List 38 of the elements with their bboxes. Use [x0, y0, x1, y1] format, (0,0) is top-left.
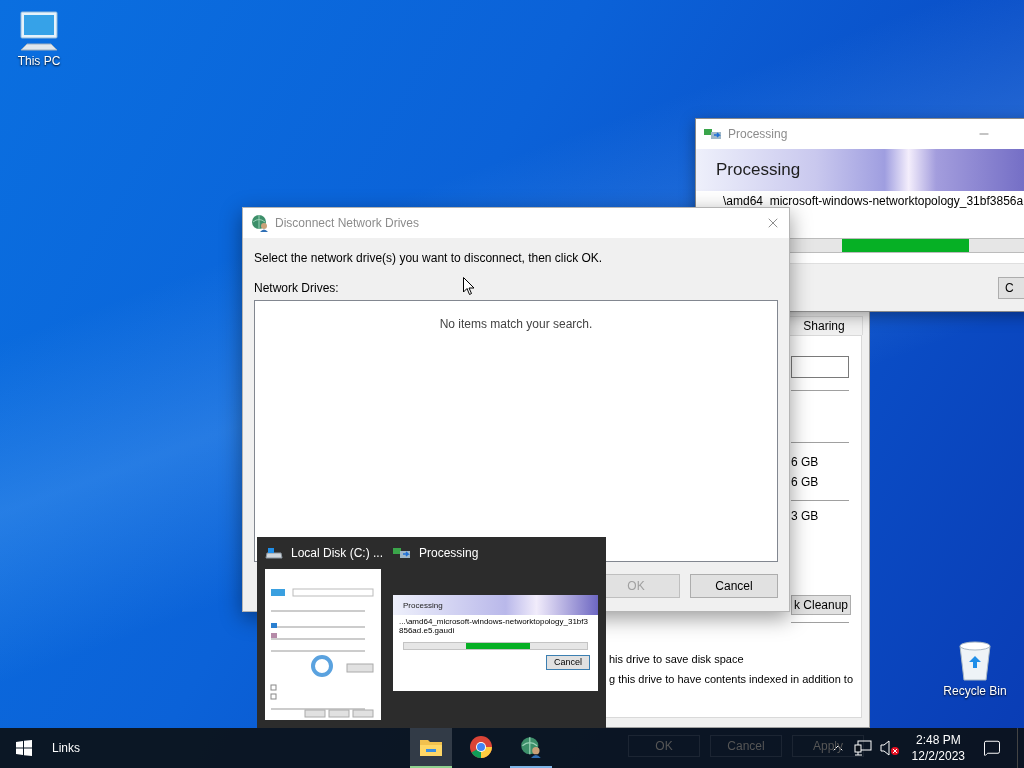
- instruction-text: Select the network drive(s) you want to disconnect, then click OK.: [254, 251, 604, 265]
- file-path: ...\amd64_microsoft-windows-networktopology_31bf3856ad.e5.gaudi: [398, 618, 589, 636]
- size-text: 6 GB: [791, 455, 820, 469]
- mouse-cursor-icon: [463, 277, 475, 296]
- drive-icon: [265, 546, 283, 560]
- cancel-button: Cancel: [546, 654, 590, 670]
- desktop-icon-label[interactable]: This PC: [17, 54, 61, 68]
- name-field[interactable]: [791, 356, 849, 378]
- option-label: his drive to save disk space: [609, 653, 745, 665]
- taskbar-app-button[interactable]: [410, 728, 452, 768]
- copy-icon: [393, 547, 411, 559]
- network-drive-icon: [520, 736, 542, 758]
- desktop-icon-label[interactable]: Recycle Bin: [943, 684, 1007, 698]
- toolbar-label[interactable]: Links: [52, 741, 80, 755]
- thumbnail-title[interactable]: Processing: [419, 546, 479, 560]
- empty-message: No items match your search.: [439, 317, 593, 331]
- window-title: Disconnect Network Drives: [275, 216, 420, 230]
- windows-logo-icon: [16, 740, 32, 756]
- browser-icon: [469, 735, 493, 759]
- size-text: 3 GB: [791, 509, 820, 523]
- cancel-button[interactable]: Cancel: [690, 574, 778, 598]
- clock[interactable]: 2:48 PM 12/2/2023: [903, 728, 973, 768]
- clock-date: 12/2/2023: [911, 749, 965, 763]
- window-preview[interactable]: Processing ...\amd64_microsoft-windows-networktopology_31bf3856ad.e5.gaudi Cancel: [393, 595, 598, 691]
- folder-icon: [419, 737, 443, 757]
- disk-cleanup-button[interactable]: k Cleanup: [791, 595, 851, 615]
- computer-icon[interactable]: [17, 10, 61, 52]
- window-title: Processing: [728, 127, 788, 141]
- clock-time: 2:48 PM: [915, 733, 961, 747]
- thumbnail-title[interactable]: Local Disk (C:) ...: [291, 546, 383, 560]
- copy-icon: [704, 128, 722, 140]
- file-path: \amd64_microsoft-windows-networktopology_31bf3856a: [722, 194, 1024, 208]
- list-label: Network Drives:: [254, 281, 339, 295]
- network-drive-icon: [251, 214, 269, 232]
- heading: Processing: [403, 600, 443, 610]
- heading: Processing: [716, 160, 801, 180]
- size-text: 6 GB: [791, 475, 820, 489]
- cancel-button[interactable]: C: [998, 276, 1024, 299]
